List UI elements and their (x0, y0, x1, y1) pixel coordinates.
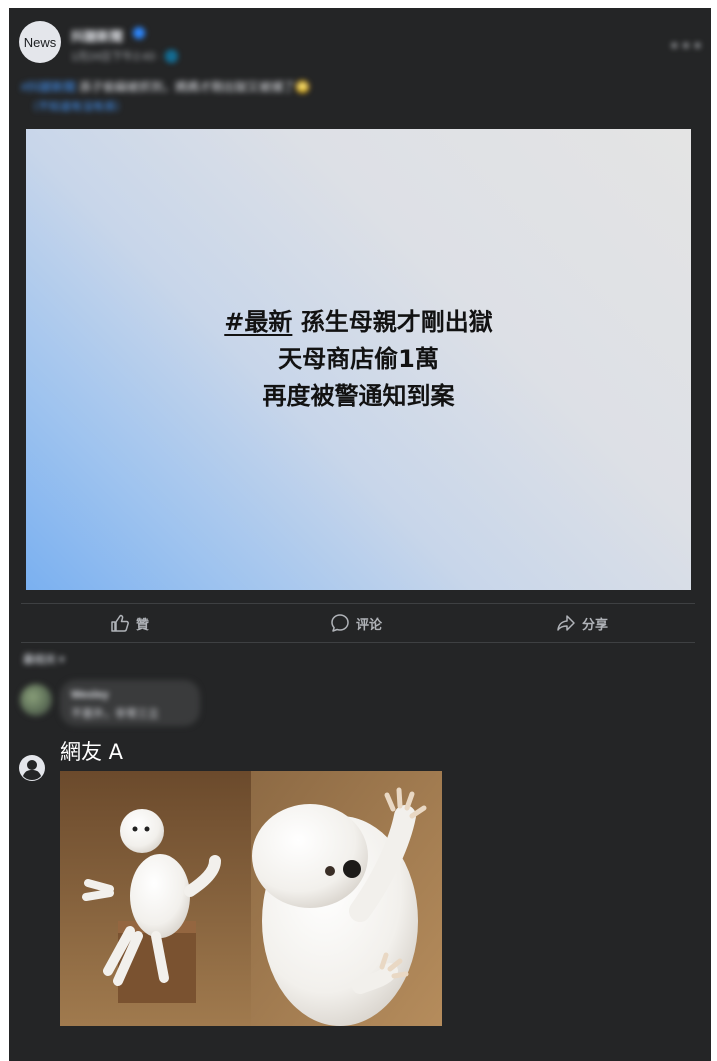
thumbs-up-icon (111, 614, 129, 632)
page-name[interactable]: 抖腿新聞 (71, 26, 123, 45)
commenter-name[interactable]: Wesley (71, 689, 109, 701)
headline-line-3: 再度被警通知到案 (262, 382, 455, 410)
post-timestamp[interactable]: 1月24日下午2:43 · 🌐 (71, 48, 178, 64)
share-label: 分享 (582, 617, 609, 633)
comment-text: 不意外，非常三立 (71, 708, 159, 720)
caption-text: 孫子偷竊被抓到，媽媽才剛出獄又被捕了🙄 (79, 80, 310, 94)
headline-line-2: 天母商店偷1萬 (278, 345, 439, 373)
like-label: 贊 (136, 617, 150, 633)
commenter-name-netizen-a[interactable]: 網友 A (60, 736, 123, 766)
headline-hashtag: #最新 (224, 308, 293, 336)
default-user-avatar-icon[interactable] (18, 754, 46, 782)
share-arrow-icon (557, 615, 575, 631)
divider-top (21, 603, 695, 604)
caption-hashtag[interactable]: #抖腿新聞 (21, 80, 76, 94)
page-avatar[interactable]: News (19, 21, 61, 63)
comment-bubble-icon (331, 614, 349, 632)
verified-badge-icon (133, 27, 145, 39)
headline-line-1: #最新 孫生母親才剛出獄 (26, 304, 691, 341)
like-button[interactable]: 贊 (110, 612, 149, 634)
commenter-avatar[interactable] (20, 684, 52, 716)
divider-bottom (21, 642, 695, 643)
headline-line-1-text: 孫生母親才剛出獄 (292, 308, 493, 336)
comment-label: 评论 (356, 617, 383, 633)
comment-sort-dropdown[interactable]: 最相关 ▾ (23, 651, 65, 667)
page-avatar-label: News (23, 34, 57, 50)
post-caption: #抖腿新聞 孫子偷竊被抓到，媽媽才剛出獄又被捕了🙄 (21, 78, 310, 95)
persian-cat-meme-image[interactable] (60, 771, 442, 1026)
post-header: News 抖腿新聞 1月24日下午2:43 · 🌐 ••• #抖腿新聞 孫子偷竊… (9, 8, 711, 126)
headline-text: #最新 孫生母親才剛出獄 天母商店偷1萬 再度被警通知到案 (26, 304, 691, 415)
post-image-card[interactable]: #最新 孫生母親才剛出獄 天母商店偷1萬 再度被警通知到案 (26, 129, 691, 590)
facebook-post: News 抖腿新聞 1月24日下午2:43 · 🌐 ••• #抖腿新聞 孫子偷竊… (9, 8, 711, 1061)
share-button[interactable]: 分享 (556, 612, 608, 634)
comment-button[interactable]: 评论 (330, 612, 382, 634)
more-options-icon[interactable]: ••• (669, 36, 704, 57)
caption-link[interactable]: （不知道有沒有孫） (27, 98, 126, 114)
